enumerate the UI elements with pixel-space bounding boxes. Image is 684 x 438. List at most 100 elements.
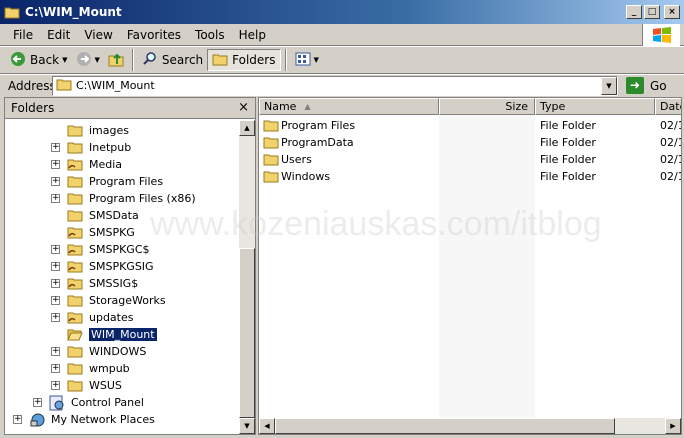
expand-icon[interactable]: + [51, 296, 60, 305]
folder-icon [67, 140, 83, 157]
tree-item[interactable]: + SMSPKGSIG [5, 258, 239, 275]
column-header-size[interactable]: Size [439, 98, 535, 115]
menu-favorites[interactable]: Favorites [120, 28, 188, 42]
folders-button[interactable]: Folders [207, 49, 281, 71]
expand-icon[interactable]: + [13, 415, 22, 424]
maximize-button[interactable]: □ [644, 5, 660, 19]
tree-item-label: StorageWorks [89, 294, 166, 307]
expand-icon[interactable]: + [51, 245, 60, 254]
file-list-hscrollbar[interactable]: ◀ ▶ [259, 418, 681, 434]
folder-icon [67, 378, 83, 395]
address-value: C:\WIM_Mount [76, 79, 155, 92]
address-label: Address [8, 78, 56, 93]
menu-help[interactable]: Help [232, 28, 273, 42]
tree-item[interactable]: + StorageWorks [5, 292, 239, 309]
network-places-icon [29, 412, 47, 431]
minimize-button[interactable]: _ [626, 5, 642, 19]
search-button[interactable]: Search [138, 49, 207, 71]
column-name-label: Name [264, 100, 297, 113]
file-name: Windows [281, 170, 331, 183]
forward-button[interactable]: ▼ [72, 49, 104, 71]
folder-icon [263, 152, 279, 169]
expand-icon[interactable]: + [51, 364, 60, 373]
tree-item[interactable]: + wmpub [5, 360, 239, 377]
tree-item[interactable]: images [5, 122, 239, 139]
tree-item[interactable]: + Program Files (x86) [5, 190, 239, 207]
tree-item[interactable]: + Program Files [5, 173, 239, 190]
expand-icon[interactable]: + [51, 194, 60, 203]
close-button[interactable]: × [664, 5, 680, 19]
folders-pane-title: Folders [11, 101, 55, 115]
expand-icon[interactable]: + [51, 160, 60, 169]
tree-item[interactable]: + updates [5, 309, 239, 326]
menu-file[interactable]: File [6, 28, 40, 42]
tree-item[interactable]: SMSData [5, 207, 239, 224]
column-header-type[interactable]: Type [535, 98, 655, 115]
column-header-date[interactable]: Date [655, 98, 681, 115]
tree-item[interactable]: WIM_Mount [5, 326, 239, 343]
folder-icon [67, 191, 83, 208]
file-date: 02/1 [660, 136, 681, 149]
expand-icon[interactable]: + [51, 143, 60, 152]
tree-item-label: Program Files (x86) [89, 192, 196, 205]
back-button[interactable]: Back ▼ [6, 49, 72, 71]
file-date: 02/1 [660, 119, 681, 132]
expand-icon[interactable]: + [51, 313, 60, 322]
chevron-down-icon[interactable]: ▼ [314, 56, 319, 64]
tree-item[interactable]: SMSPKG [5, 224, 239, 241]
tree-item-label: images [89, 124, 129, 137]
tree-item[interactable]: + Media [5, 156, 239, 173]
hscroll-thumb[interactable] [275, 418, 615, 434]
file-date: 02/1 [660, 170, 681, 183]
tree-item[interactable]: + Control Panel [5, 394, 239, 411]
folder-tree: images + Inetpub + Media + Program Files + Progr… [5, 120, 239, 434]
scroll-left-button[interactable]: ◀ [259, 418, 275, 434]
file-row[interactable]: Users File Folder 02/1 [259, 151, 681, 168]
tree-item[interactable]: + My Network Places [5, 411, 239, 428]
tree-item[interactable]: + SMSSIG$ [5, 275, 239, 292]
close-icon[interactable]: × [238, 100, 249, 115]
address-dropdown-button[interactable]: ▼ [601, 76, 617, 95]
file-date: 02/1 [660, 153, 681, 166]
tree-item[interactable]: + SMSPKGC$ [5, 241, 239, 258]
menu-edit[interactable]: Edit [40, 28, 77, 42]
tree-item[interactable]: + WSUS [5, 377, 239, 394]
scroll-up-button[interactable]: ▲ [239, 120, 255, 136]
scroll-thumb[interactable] [239, 248, 255, 418]
expand-icon[interactable]: + [51, 347, 60, 356]
menu-view[interactable]: View [77, 28, 119, 42]
scroll-right-button[interactable]: ▶ [665, 418, 681, 434]
folder-tree-scrollbar[interactable]: ▲ ▼ [239, 120, 255, 434]
go-button[interactable]: ➜ Go [626, 77, 667, 94]
tree-item-label: My Network Places [51, 413, 155, 426]
file-row[interactable]: Windows File Folder 02/1 [259, 168, 681, 185]
tree-item-label: SMSData [89, 209, 139, 222]
file-list-pane: Name ▲ Size Type Date Program Files File … [258, 97, 682, 435]
expand-icon[interactable]: + [33, 398, 42, 407]
folder-icon [56, 77, 72, 94]
file-row[interactable]: ProgramData File Folder 02/1 [259, 134, 681, 151]
views-button[interactable]: ▼ [291, 49, 323, 71]
up-folder-button[interactable] [104, 49, 128, 71]
address-bar: Address C:\WIM_Mount ▼ ➜ Go [0, 74, 684, 96]
expand-icon[interactable]: + [51, 381, 60, 390]
tree-item-label: Program Files [89, 175, 164, 188]
folder-open-icon [67, 327, 83, 344]
expand-icon[interactable]: + [51, 279, 60, 288]
chevron-down-icon[interactable]: ▼ [95, 56, 100, 64]
expand-icon[interactable]: + [51, 177, 60, 186]
chevron-down-icon[interactable]: ▼ [62, 56, 67, 64]
expand-icon[interactable]: + [51, 262, 60, 271]
tree-item[interactable]: + WINDOWS [5, 343, 239, 360]
title-bar: C:\WIM_Mount _ □ × [0, 0, 684, 24]
folder-shared-icon [67, 157, 83, 174]
column-header-name[interactable]: Name ▲ [259, 98, 439, 115]
tree-item[interactable]: + Inetpub [5, 139, 239, 156]
folder-icon [67, 344, 83, 361]
folders-pane-header: Folders × [5, 98, 255, 119]
file-row[interactable]: Program Files File Folder 02/1 [259, 117, 681, 134]
scroll-down-button[interactable]: ▼ [239, 418, 255, 434]
file-name: ProgramData [281, 136, 354, 149]
menu-tools[interactable]: Tools [188, 28, 232, 42]
address-input[interactable]: C:\WIM_Mount ▼ [52, 75, 618, 96]
